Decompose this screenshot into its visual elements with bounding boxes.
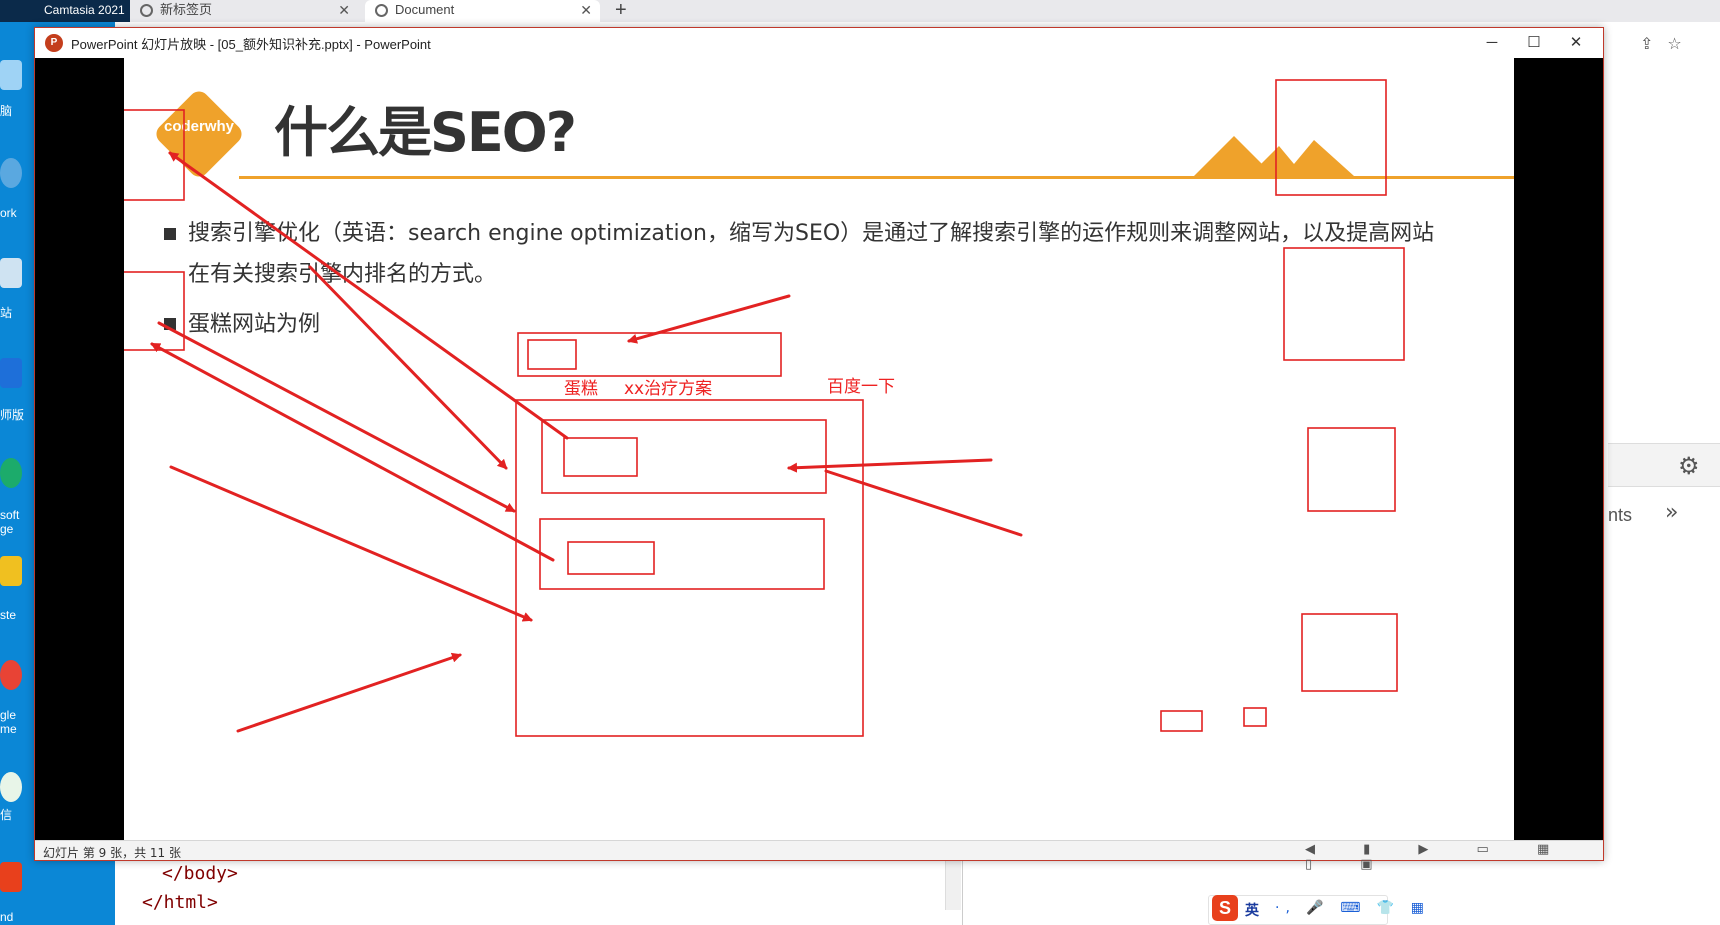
annotation-layer <box>124 79 1405 737</box>
network-icon[interactable] <box>0 158 22 188</box>
tab-label: Camtasia 2021 <box>44 3 125 17</box>
close-button[interactable]: ✕ <box>1553 28 1599 58</box>
annotation-box <box>1243 707 1267 727</box>
app-icon[interactable] <box>0 358 22 388</box>
code-line: </body> <box>162 863 238 884</box>
desktop-label[interactable]: 脑 <box>0 104 12 118</box>
powerpoint-icon: P <box>45 34 63 52</box>
search-tag-box <box>527 339 577 370</box>
ime-tool-icons[interactable]: ·, 🎤 ⌨ 👕 ▦ <box>1275 900 1430 916</box>
new-tab-button[interactable]: + <box>615 0 627 22</box>
desktop-label[interactable]: nd <box>0 910 13 924</box>
powerpoint-window: P PowerPoint 幻灯片放映 - [05_额外知识补充.pptx] - … <box>34 27 1604 872</box>
annotation-box <box>1307 427 1396 512</box>
annotation-arrow <box>308 265 508 470</box>
desktop-label[interactable]: 信 <box>0 808 12 822</box>
window-title: PowerPoint 幻灯片放映 - [05_额外知识补充.pptx] - Po… <box>71 37 431 52</box>
desktop-label[interactable]: 师版 <box>0 408 24 422</box>
desktop-label[interactable]: gle <box>0 708 16 722</box>
desktop-label[interactable]: me <box>0 722 17 736</box>
app-icon[interactable] <box>0 862 22 892</box>
tab-camtasia[interactable]: Camtasia 2021 <box>0 0 130 22</box>
desktop-label[interactable]: 站 <box>0 306 12 320</box>
annotation-box <box>1275 79 1387 196</box>
desktop-label[interactable]: ste <box>0 608 16 622</box>
recycle-bin-icon[interactable] <box>0 258 22 288</box>
close-icon[interactable]: ✕ <box>338 0 350 20</box>
app-icon[interactable] <box>0 556 22 586</box>
annotation-arrow <box>157 321 516 513</box>
status-bar: 幻灯片 第 9 张，共 11 张 ◀ ▮ ▶ ▭ ▦ ▯ ▣ <box>35 840 1603 872</box>
slide-counter: 幻灯片 第 9 张，共 11 张 <box>43 846 181 860</box>
annotation-arrow <box>150 342 555 562</box>
slideshow-nav-icons[interactable]: ◀ ▮ ▶ ▭ ▦ ▯ ▣ <box>1305 842 1603 872</box>
share-icon[interactable]: ⇪☆ <box>1640 34 1696 53</box>
code-line: </html> <box>142 892 218 913</box>
annotation-box <box>1160 710 1203 732</box>
desktop-label[interactable]: ork <box>0 206 17 220</box>
wechat-icon[interactable] <box>0 772 22 802</box>
chevron-right-icon[interactable]: » <box>1665 500 1678 525</box>
slide[interactable]: coderwhy 什么是SEO? 搜索引擎优化（英语：search engine… <box>124 58 1514 840</box>
devtools-toolbar <box>1608 443 1720 487</box>
result-inner-box <box>563 437 638 477</box>
tab-document[interactable]: Document ✕ <box>365 0 600 22</box>
editor-divider <box>962 860 963 925</box>
close-icon[interactable]: ✕ <box>580 0 592 20</box>
annotation-arrow <box>627 294 791 344</box>
result-box <box>539 518 825 590</box>
chrome-icon[interactable] <box>0 660 22 690</box>
annotation-arrow <box>236 652 462 733</box>
maximize-button[interactable]: ☐ <box>1511 28 1557 58</box>
annotation-arrow <box>824 469 1023 537</box>
window-titlebar[interactable]: P PowerPoint 幻灯片放映 - [05_额外知识补充.pptx] - … <box>35 28 1603 58</box>
annotation-arrow <box>787 458 993 473</box>
browser-tab-bar: Camtasia 2021 新标签页 ✕ Document ✕ + <box>0 0 1720 22</box>
chrome-icon <box>140 4 153 17</box>
desktop-label[interactable]: soft <box>0 508 19 522</box>
tab-label: Document <box>395 2 455 17</box>
desktop-label[interactable]: ge <box>0 522 13 536</box>
editor-scrollbar[interactable] <box>945 860 961 910</box>
annotation-arrow <box>168 151 569 440</box>
globe-icon <box>375 4 388 17</box>
ime-mode[interactable]: 英 <box>1245 900 1259 920</box>
annotation-box <box>1283 247 1405 361</box>
edge-icon[interactable] <box>0 458 22 488</box>
result-inner-box <box>567 541 655 575</box>
slideshow-stage[interactable]: coderwhy 什么是SEO? 搜索引擎优化（英语：search engine… <box>35 58 1603 840</box>
sogou-ime-icon[interactable]: S <box>1212 895 1238 921</box>
result-box <box>541 419 827 494</box>
annotation-box <box>124 271 185 351</box>
minimize-button[interactable]: ─ <box>1469 28 1515 58</box>
annotation-box <box>1301 613 1398 692</box>
computer-icon[interactable] <box>0 60 22 90</box>
gear-icon[interactable]: ⚙ <box>1678 452 1700 480</box>
tab-label: 新标签页 <box>160 2 213 17</box>
tab-new-tab[interactable]: 新标签页 ✕ <box>130 0 358 22</box>
devtools-tab-label[interactable]: nts <box>1608 505 1632 526</box>
